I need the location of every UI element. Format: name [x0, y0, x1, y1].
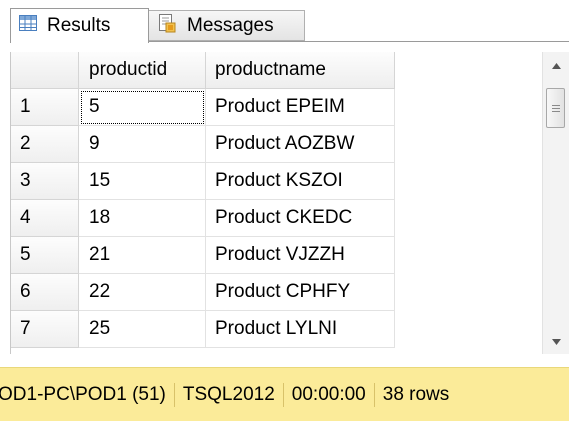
- cell-productname[interactable]: Product KSZOI: [206, 163, 395, 200]
- cell-productid[interactable]: 22: [79, 274, 206, 311]
- cell-productname[interactable]: Product LYLNI: [206, 311, 395, 348]
- arrow-up-icon: [551, 56, 561, 74]
- row-number[interactable]: 7: [11, 311, 79, 348]
- cell-productid[interactable]: 18: [79, 200, 206, 237]
- grip-line: [551, 107, 560, 109]
- status-database: TSQL2012: [182, 383, 275, 405]
- cell-productid[interactable]: 25: [79, 311, 206, 348]
- query-results-pane: Results Messages productid productname 1…: [0, 0, 569, 421]
- tab-messages[interactable]: Messages: [149, 10, 305, 41]
- column-header-productid[interactable]: productid: [79, 52, 206, 89]
- table-row[interactable]: 2 9 Product AOZBW: [11, 126, 555, 163]
- table-row[interactable]: 1 5 Product EPEIM: [11, 89, 555, 126]
- table-row[interactable]: 5 21 Product VJZZH: [11, 237, 555, 274]
- grip-line: [551, 110, 560, 112]
- row-number[interactable]: 6: [11, 274, 79, 311]
- cell-productname[interactable]: Product CPHFY: [206, 274, 395, 311]
- status-divider: [173, 382, 175, 407]
- row-number[interactable]: 1: [11, 89, 79, 126]
- results-tabstrip: Results Messages: [0, 0, 569, 43]
- scroll-up-button[interactable]: [543, 52, 569, 78]
- cell-productname[interactable]: Product AOZBW: [206, 126, 395, 163]
- tab-results[interactable]: Results: [10, 8, 149, 43]
- row-number[interactable]: 2: [11, 126, 79, 163]
- scroll-thumb[interactable]: [546, 88, 565, 128]
- table-row[interactable]: 7 25 Product LYLNI: [11, 311, 555, 348]
- tab-messages-label: Messages: [187, 14, 274, 36]
- tab-results-label: Results: [47, 15, 111, 36]
- query-status-bar: OD1-PC\POD1 (51) TSQL2012 00:00:00 38 ro…: [0, 367, 569, 421]
- cell-productname[interactable]: Product CKEDC: [206, 200, 395, 237]
- results-grid[interactable]: productid productname 1 5 Product EPEIM …: [10, 52, 555, 354]
- cell-productname[interactable]: Product EPEIM: [206, 89, 395, 126]
- status-server: OD1-PC\POD1 (51): [0, 383, 166, 405]
- grid-header-row: productid productname: [11, 52, 555, 89]
- grip-line: [551, 104, 560, 106]
- table-row[interactable]: 6 22 Product CPHFY: [11, 274, 555, 311]
- status-row-count: 38 rows: [382, 383, 450, 405]
- status-divider: [373, 382, 375, 407]
- row-number[interactable]: 5: [11, 237, 79, 274]
- table-row[interactable]: 4 18 Product CKEDC: [11, 200, 555, 237]
- cell-productid[interactable]: 5: [79, 89, 206, 126]
- cell-productid[interactable]: 9: [79, 126, 206, 163]
- status-divider: [282, 382, 284, 407]
- row-number[interactable]: 4: [11, 200, 79, 237]
- messages-icon: [157, 13, 177, 39]
- cell-productid[interactable]: 15: [79, 163, 206, 200]
- cell-productname[interactable]: Product VJZZH: [206, 237, 395, 274]
- grid-icon: [19, 15, 37, 37]
- scroll-down-button[interactable]: [543, 328, 569, 354]
- cell-productid[interactable]: 21: [79, 237, 206, 274]
- table-row[interactable]: 3 15 Product KSZOI: [11, 163, 555, 200]
- vertical-scrollbar[interactable]: [542, 52, 569, 354]
- row-number[interactable]: 3: [11, 163, 79, 200]
- column-header-productname[interactable]: productname: [206, 52, 395, 89]
- status-elapsed-time: 00:00:00: [291, 383, 366, 405]
- arrow-down-icon: [551, 332, 561, 350]
- row-number-header[interactable]: [11, 52, 79, 89]
